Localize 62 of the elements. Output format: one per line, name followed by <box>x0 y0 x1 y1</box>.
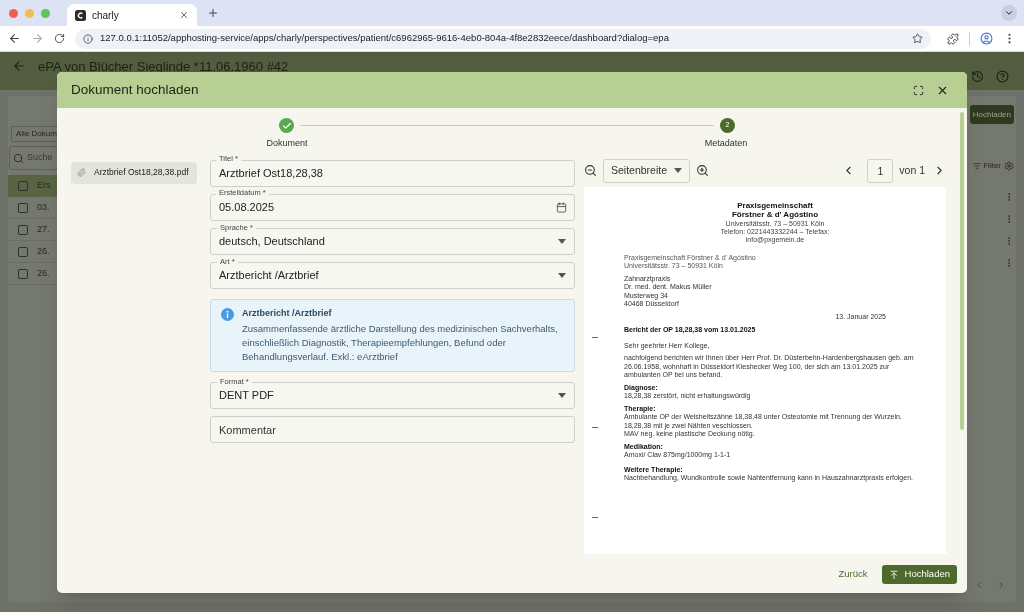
upload-button[interactable]: Hochladen <box>881 565 957 584</box>
comment-field[interactable]: Kommentar <box>210 416 575 443</box>
zoom-select[interactable]: Seitenbreite <box>603 158 691 183</box>
info-icon <box>221 307 234 321</box>
row-checkbox[interactable] <box>18 268 28 279</box>
table-cell-text: 03. <box>37 200 50 214</box>
row-checkbox[interactable] <box>18 224 28 235</box>
address-bar[interactable]: 127.0.0.1:11052/apphosting-service/apps/charly/perspectives/patient/c6962965-9616-4eb0-804a-4f8e2832eece/dashboard?dialog=epa <box>75 28 931 49</box>
settings-icon[interactable] <box>1004 161 1014 171</box>
page-title: ePA von Blücher Sieglinde *11.06.1960 #42 <box>38 58 290 76</box>
row-checkbox[interactable] <box>18 202 28 213</box>
row-checkbox[interactable] <box>18 246 28 257</box>
info-text: Zusammenfassende ärztliche Darstellung des medizinischen Sachverhalts, einschließlich Diagnostik, Therapieempfehlungen, Befund oder Behandlungsverlauf. Exkl.: eArztbrief <box>242 322 559 364</box>
paperclip-icon <box>77 168 86 177</box>
upload-button[interactable]: Hochladen <box>969 105 1014 124</box>
page-field[interactable]: 1 <box>867 158 894 183</box>
close-icon[interactable] <box>179 10 189 20</box>
caret-icon <box>558 272 566 278</box>
calendar-icon[interactable] <box>556 201 567 213</box>
scrollbar-thumb[interactable] <box>960 112 964 430</box>
search-icon <box>13 152 24 164</box>
back-button[interactable]: Zurück <box>834 567 872 582</box>
select-value: deutsch, Deutschland <box>219 233 326 249</box>
forward-icon[interactable] <box>31 32 44 45</box>
fold-mark <box>592 516 598 518</box>
chevron-down-icon <box>1004 8 1014 18</box>
profile-icon[interactable] <box>980 32 993 45</box>
new-tab-icon[interactable] <box>207 7 219 19</box>
step-label: Metadaten <box>703 137 749 150</box>
dialog-title: Dokument hochladen <box>71 80 200 99</box>
tab-list-button[interactable] <box>1001 5 1017 21</box>
info-title: Arztbericht /Arztbrief <box>242 306 333 320</box>
table-cell-text: 26. <box>37 266 50 280</box>
history-icon[interactable] <box>971 70 984 83</box>
caret-icon <box>558 393 566 398</box>
select-value: Arztbericht /Arztbrief <box>219 267 320 283</box>
browser-tab[interactable]: charly <box>67 4 197 26</box>
tab-title: charly <box>92 8 120 23</box>
reload-icon[interactable] <box>54 33 65 44</box>
letterhead-line: Förstner & d' Agóstino <box>731 210 818 220</box>
back-icon[interactable] <box>8 32 21 45</box>
next-icon[interactable] <box>996 580 1006 590</box>
zoom-in-icon[interactable] <box>696 164 710 177</box>
step-label: Dokument <box>265 137 309 150</box>
select-caret-icon <box>674 168 683 173</box>
fold-mark <box>592 336 598 338</box>
help-icon[interactable] <box>996 70 1009 83</box>
select-value: DENT PDF <box>219 388 275 404</box>
extensions-icon[interactable] <box>947 32 959 45</box>
zoom-out-icon[interactable] <box>584 164 597 177</box>
page-count: von 1 <box>899 162 925 178</box>
attachment-item[interactable]: Arztbrief Ost18,28,38.pdf <box>71 161 197 184</box>
site-icon <box>75 9 86 21</box>
letterhead-line: Praxisgemeinschaft <box>737 200 813 210</box>
caret-icon <box>558 238 566 244</box>
filter-icon <box>973 162 982 170</box>
upload-icon <box>888 569 899 580</box>
fold-mark <box>592 426 598 428</box>
fullscreen-icon[interactable] <box>913 84 924 96</box>
table-cell-text: 26. <box>37 244 50 258</box>
table-cell-text: 27. <box>37 222 50 236</box>
previous-icon[interactable] <box>974 580 984 590</box>
